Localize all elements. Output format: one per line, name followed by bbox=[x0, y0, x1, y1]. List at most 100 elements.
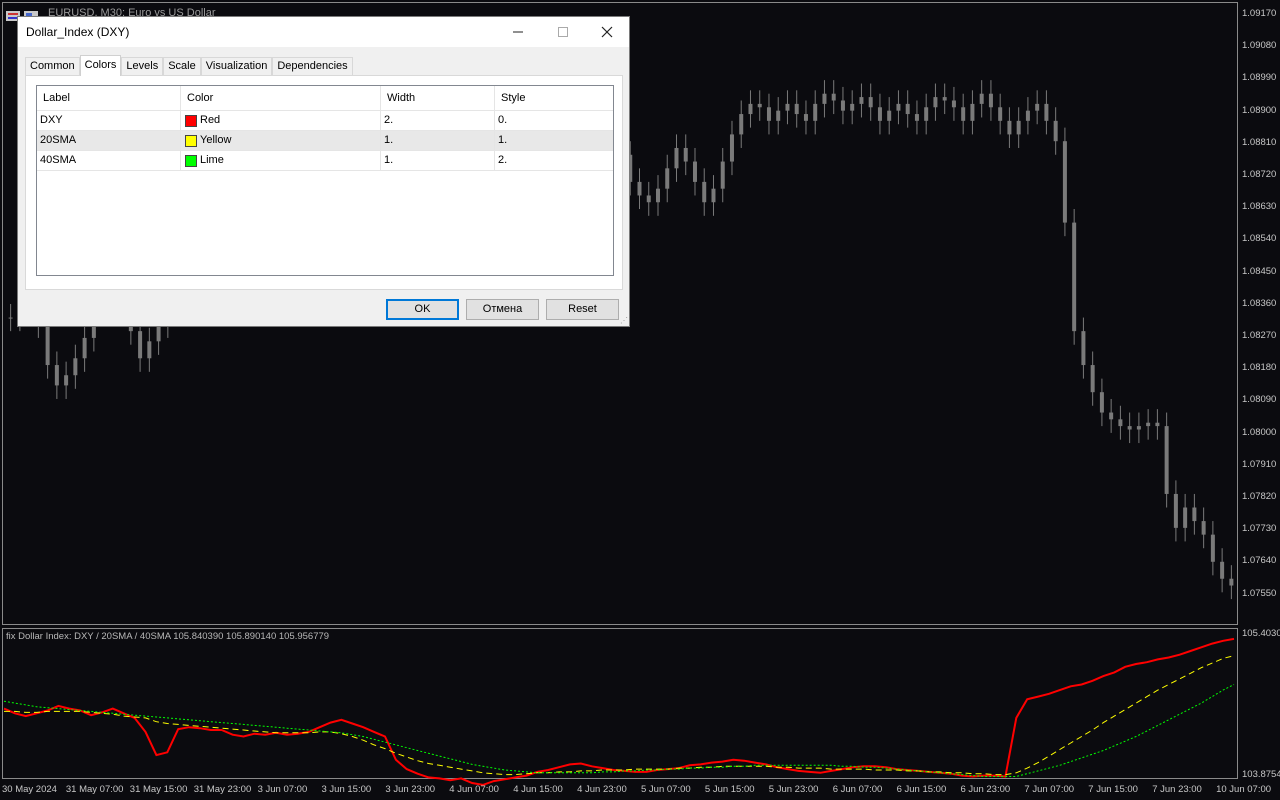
time-tick-label: 4 Jun 23:00 bbox=[577, 784, 627, 795]
candle-body bbox=[1016, 120, 1021, 135]
time-tick-label: 7 Jun 23:00 bbox=[1152, 784, 1202, 795]
time-tick-label: 31 May 15:00 bbox=[129, 784, 188, 795]
width-select[interactable]: 2. bbox=[381, 111, 495, 130]
close-icon[interactable] bbox=[584, 17, 630, 47]
tab-dependencies[interactable]: Dependencies bbox=[272, 57, 353, 75]
col-label[interactable]: Label bbox=[37, 86, 181, 110]
candle-body bbox=[766, 107, 771, 121]
col-color[interactable]: Color bbox=[181, 86, 381, 110]
candle-body bbox=[674, 147, 679, 169]
time-tick-label: 31 May 07:00 bbox=[65, 784, 124, 795]
ok-button[interactable]: OK bbox=[386, 299, 459, 320]
price-tick-label: 1.08900 bbox=[1242, 104, 1277, 116]
series-dxy-line bbox=[3, 637, 1235, 786]
style-select[interactable]: 1. bbox=[495, 131, 613, 150]
candle-body bbox=[665, 168, 670, 189]
candle-body bbox=[1099, 392, 1104, 413]
tab-scale[interactable]: Scale bbox=[163, 57, 201, 75]
candle-body bbox=[73, 358, 78, 376]
time-tick-label: 6 Jun 15:00 bbox=[896, 784, 947, 795]
dialog-titlebar[interactable]: Dollar_Index (DXY) bbox=[18, 17, 629, 47]
candle-body bbox=[868, 97, 873, 108]
color-select[interactable]: Lime bbox=[181, 151, 381, 170]
candle-body bbox=[877, 107, 882, 121]
list-row-40sma[interactable]: 40SMA Lime 1. 2. bbox=[37, 151, 613, 171]
resize-grip-icon[interactable]: ⋰ bbox=[620, 317, 628, 325]
time-tick-label: 3 Jun 23:00 bbox=[385, 784, 436, 795]
candle-body bbox=[1062, 141, 1067, 223]
candle-body bbox=[147, 341, 152, 359]
price-tick-label: 1.08270 bbox=[1242, 330, 1277, 341]
style-select[interactable]: 2. bbox=[495, 151, 613, 170]
colors-list[interactable]: Label Color Width Style DXY Red 2. 0. 20… bbox=[36, 85, 614, 276]
width-value: 1. bbox=[384, 134, 394, 146]
candle-body bbox=[1053, 120, 1058, 142]
row-label: DXY bbox=[37, 111, 181, 130]
time-tick-label: 5 Jun 15:00 bbox=[704, 784, 755, 795]
candle-body bbox=[794, 103, 799, 115]
price-tick-label: 1.07820 bbox=[1242, 491, 1277, 502]
width-select[interactable]: 1. bbox=[381, 151, 495, 170]
color-name: Lime bbox=[200, 154, 224, 166]
candle-body bbox=[720, 161, 725, 189]
price-tick-label: 1.07550 bbox=[1242, 587, 1277, 599]
tab-levels[interactable]: Levels bbox=[121, 57, 164, 75]
candle-body bbox=[961, 107, 966, 121]
tab-colors[interactable]: Colors bbox=[79, 55, 122, 76]
price-tick-label: 1.07640 bbox=[1242, 555, 1277, 567]
candle-body bbox=[1081, 331, 1086, 366]
candle-body bbox=[979, 93, 984, 104]
candle-body bbox=[1109, 412, 1114, 420]
candle-body bbox=[905, 103, 910, 115]
indicator-properties-dialog: Dollar_Index (DXY) Common Colors Levels … bbox=[17, 16, 630, 327]
col-width[interactable]: Width bbox=[381, 86, 495, 110]
time-tick-label: 3 Jun 07:00 bbox=[257, 784, 308, 795]
candle-body bbox=[683, 147, 688, 162]
sub-price-bottom: 103.8754 bbox=[1242, 769, 1280, 780]
candle-body bbox=[692, 161, 697, 182]
candle-body bbox=[1164, 426, 1169, 494]
series-20sma-line bbox=[4, 655, 1235, 776]
tab-common[interactable]: Common bbox=[25, 57, 80, 75]
dialog-title: Dollar_Index (DXY) bbox=[26, 25, 130, 39]
color-swatch bbox=[185, 114, 197, 127]
minimize-icon[interactable] bbox=[495, 17, 541, 47]
width-select[interactable]: 1. bbox=[381, 131, 495, 150]
candle-body bbox=[8, 317, 13, 319]
price-tick-label: 1.08540 bbox=[1242, 233, 1277, 245]
candle-body bbox=[138, 331, 143, 359]
candle-body bbox=[748, 103, 753, 115]
reset-button[interactable]: Reset bbox=[546, 299, 619, 320]
candle-body bbox=[1127, 426, 1132, 430]
list-row-dxy[interactable]: DXY Red 2. 0. bbox=[37, 111, 613, 131]
candle-body bbox=[785, 103, 790, 111]
color-select[interactable]: Red bbox=[181, 111, 381, 130]
time-tick-label: 7 Jun 07:00 bbox=[1024, 784, 1075, 795]
color-select[interactable]: Yellow bbox=[181, 131, 381, 150]
width-value: 1. bbox=[384, 154, 394, 166]
candle-body bbox=[988, 93, 993, 108]
col-style[interactable]: Style bbox=[495, 86, 613, 110]
candle-body bbox=[813, 103, 818, 121]
price-tick-label: 1.08000 bbox=[1242, 426, 1277, 438]
candle-body bbox=[970, 103, 975, 121]
color-swatch bbox=[185, 134, 197, 147]
style-value: 2. bbox=[498, 154, 508, 166]
tab-visualization[interactable]: Visualization bbox=[200, 57, 273, 75]
time-tick-label: 6 Jun 23:00 bbox=[960, 784, 1011, 795]
price-tick-label: 1.09170 bbox=[1242, 8, 1277, 19]
time-tick-label: 30 May 2024 bbox=[2, 784, 57, 795]
candle-body bbox=[54, 365, 59, 386]
style-value: 1. bbox=[498, 134, 508, 146]
row-label: 40SMA bbox=[37, 151, 181, 170]
time-tick-label: 5 Jun 07:00 bbox=[641, 784, 691, 795]
price-tick-label: 1.08810 bbox=[1242, 136, 1277, 148]
candle-body bbox=[711, 188, 716, 203]
candle-body bbox=[1118, 419, 1123, 427]
candle-body bbox=[1035, 103, 1040, 111]
price-tick-label: 1.08720 bbox=[1242, 169, 1277, 180]
price-tick-label: 1.08090 bbox=[1242, 394, 1277, 406]
style-select[interactable]: 0. bbox=[495, 111, 613, 130]
list-row-20sma[interactable]: 20SMA Yellow 1. 1. bbox=[37, 131, 613, 151]
cancel-button[interactable]: Отмена bbox=[466, 299, 539, 320]
